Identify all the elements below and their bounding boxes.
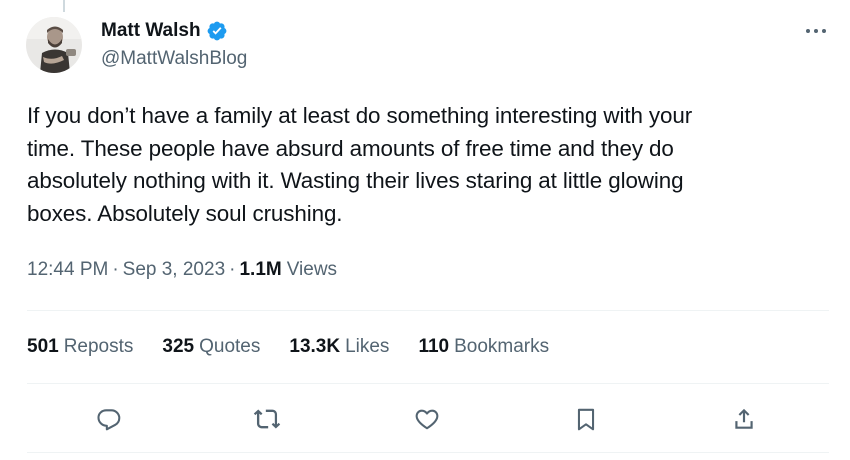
avatar[interactable]	[26, 17, 82, 73]
tweet-text-line: boxes. Absolutely soul crushing.	[27, 200, 343, 226]
author-handle[interactable]: @MattWalshBlog	[101, 48, 247, 70]
repost-icon	[253, 409, 281, 429]
quotes-count: 325	[162, 336, 195, 357]
reply-button[interactable]	[92, 402, 126, 436]
bookmarks-label: Bookmarks	[454, 336, 550, 357]
quotes-stat[interactable]: 325 Quotes	[162, 336, 260, 358]
likes-stat[interactable]: 13.3K Likes	[289, 336, 389, 358]
verified-badge-icon	[206, 20, 228, 42]
share-button[interactable]	[727, 402, 761, 436]
tweet-text-line: If you don’t have a family at least do s…	[27, 103, 693, 128]
like-button[interactable]	[410, 402, 444, 436]
more-horizontal-icon	[806, 29, 826, 33]
tweet-date[interactable]: Sep 3, 2023	[123, 259, 225, 281]
bookmarks-stat[interactable]: 110 Bookmarks	[418, 336, 549, 358]
more-options-button[interactable]	[802, 22, 830, 40]
tweet-text: If you don’t have a family at least do s…	[27, 100, 817, 230]
tweet-text-line: time. These people have absurd amounts o…	[27, 135, 674, 161]
author-name-row: Matt Walsh	[101, 19, 228, 43]
views-count: 1.1M	[239, 259, 282, 280]
tweet-time[interactable]: 12:44 PM	[27, 259, 108, 281]
bookmarks-count: 110	[418, 336, 450, 357]
divider	[27, 452, 829, 453]
likes-count: 13.3K	[289, 336, 341, 357]
engagement-stats: 501 Reposts 325 Quotes 13.3K Likes 110 Bookm…	[27, 336, 578, 358]
repost-button[interactable]	[250, 402, 284, 436]
quotes-label: Quotes	[199, 336, 261, 357]
divider	[27, 383, 829, 384]
reply-icon	[97, 409, 121, 431]
meta-separator: ·	[229, 259, 236, 280]
tweet-actions	[0, 400, 850, 440]
author-display-name[interactable]: Matt Walsh	[101, 20, 201, 42]
reposts-label: Reposts	[63, 336, 134, 357]
thread-connector-line	[63, 0, 65, 12]
avatar-image	[26, 17, 82, 73]
reposts-stat[interactable]: 501 Reposts	[27, 336, 133, 358]
views-label: Views	[286, 259, 338, 280]
tweet-text-line: absolutely nothing with it. Wasting thei…	[27, 168, 684, 193]
tweet-meta: 12:44 PM · Sep 3, 2023 · 1.1M Views	[27, 259, 337, 281]
divider	[27, 310, 829, 311]
reposts-count: 501	[27, 336, 59, 357]
heart-icon	[415, 409, 439, 430]
bookmark-icon	[577, 408, 595, 431]
likes-label: Likes	[345, 336, 390, 357]
meta-separator: ·	[112, 259, 119, 280]
bookmark-button[interactable]	[569, 402, 603, 436]
share-icon	[735, 408, 753, 429]
